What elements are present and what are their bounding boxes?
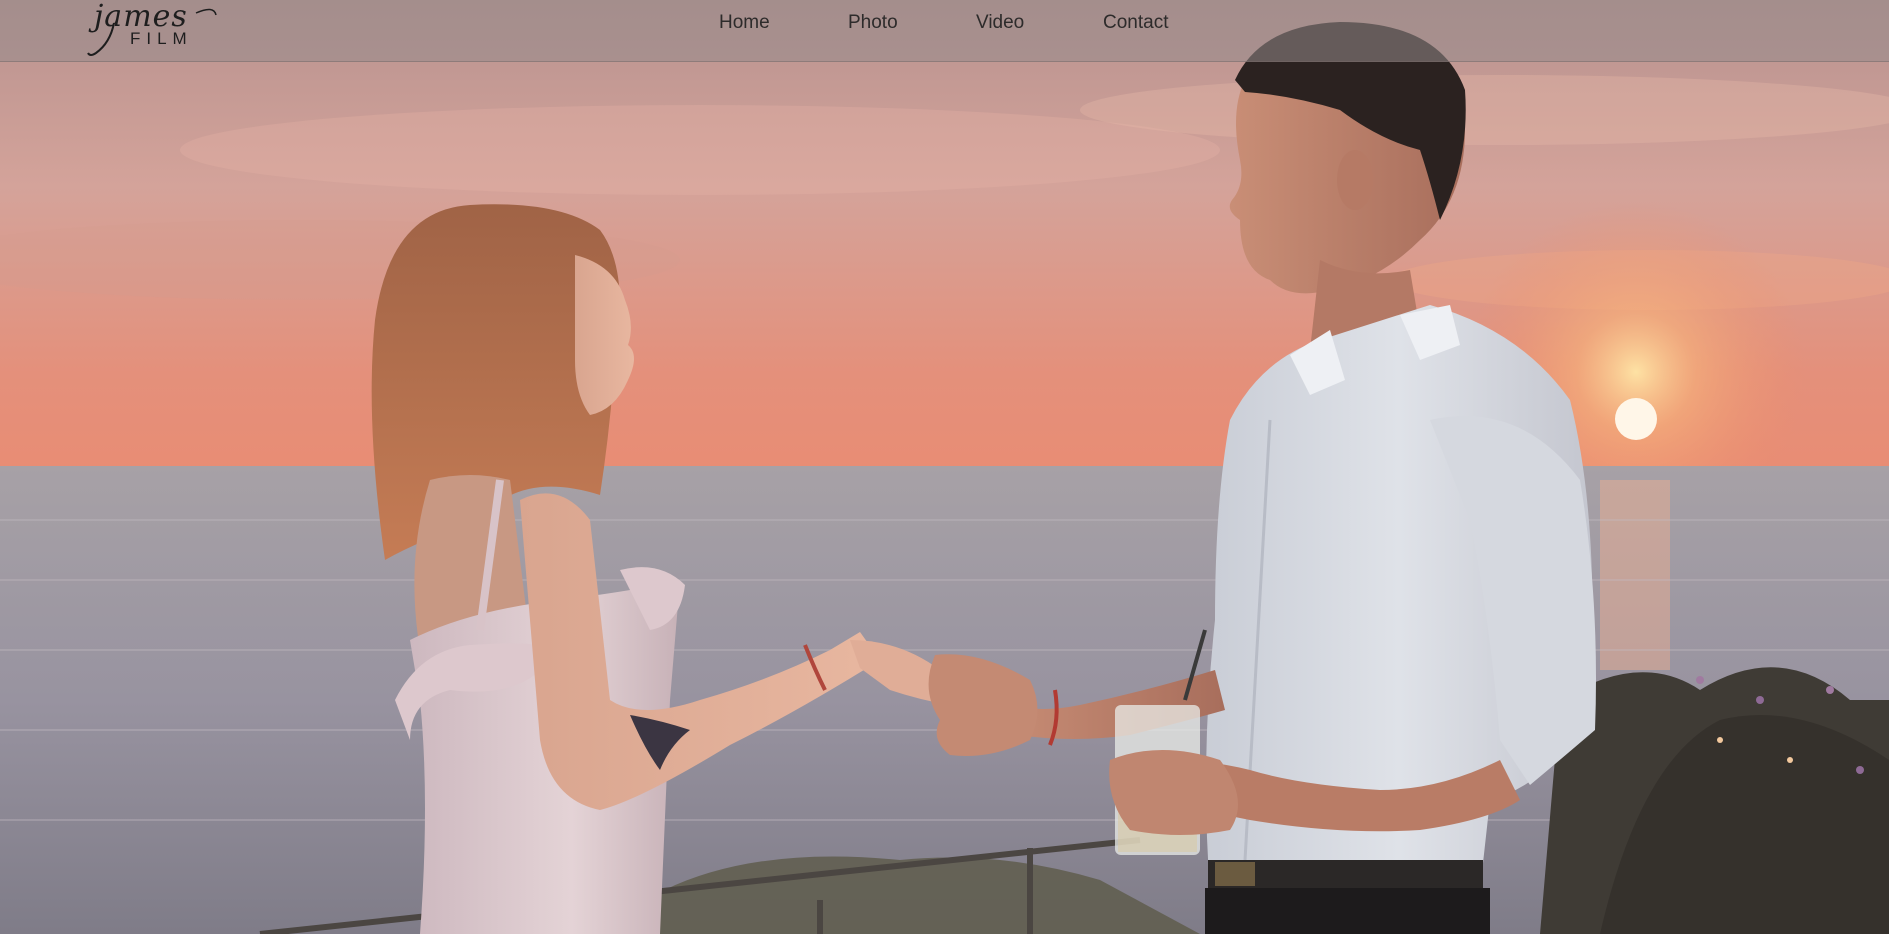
site-logo[interactable]: james FILM	[86, 0, 226, 59]
logo-word-text: FILM	[130, 29, 193, 48]
landing-page: james FILM Home Photo Video Contact	[0, 0, 1889, 934]
nav-item-contact[interactable]: Contact	[1103, 12, 1168, 34]
sun	[1615, 398, 1657, 440]
sun-reflection	[1600, 480, 1670, 670]
top-nav-bar: james FILM Home Photo Video Contact	[0, 0, 1889, 62]
hero-photo	[0, 0, 1889, 934]
nav-item-photo[interactable]: Photo	[848, 12, 898, 34]
cloud	[180, 105, 1220, 195]
cloud	[1080, 75, 1889, 145]
nav-item-home[interactable]: Home	[719, 12, 770, 34]
nav-item-video[interactable]: Video	[976, 12, 1024, 34]
